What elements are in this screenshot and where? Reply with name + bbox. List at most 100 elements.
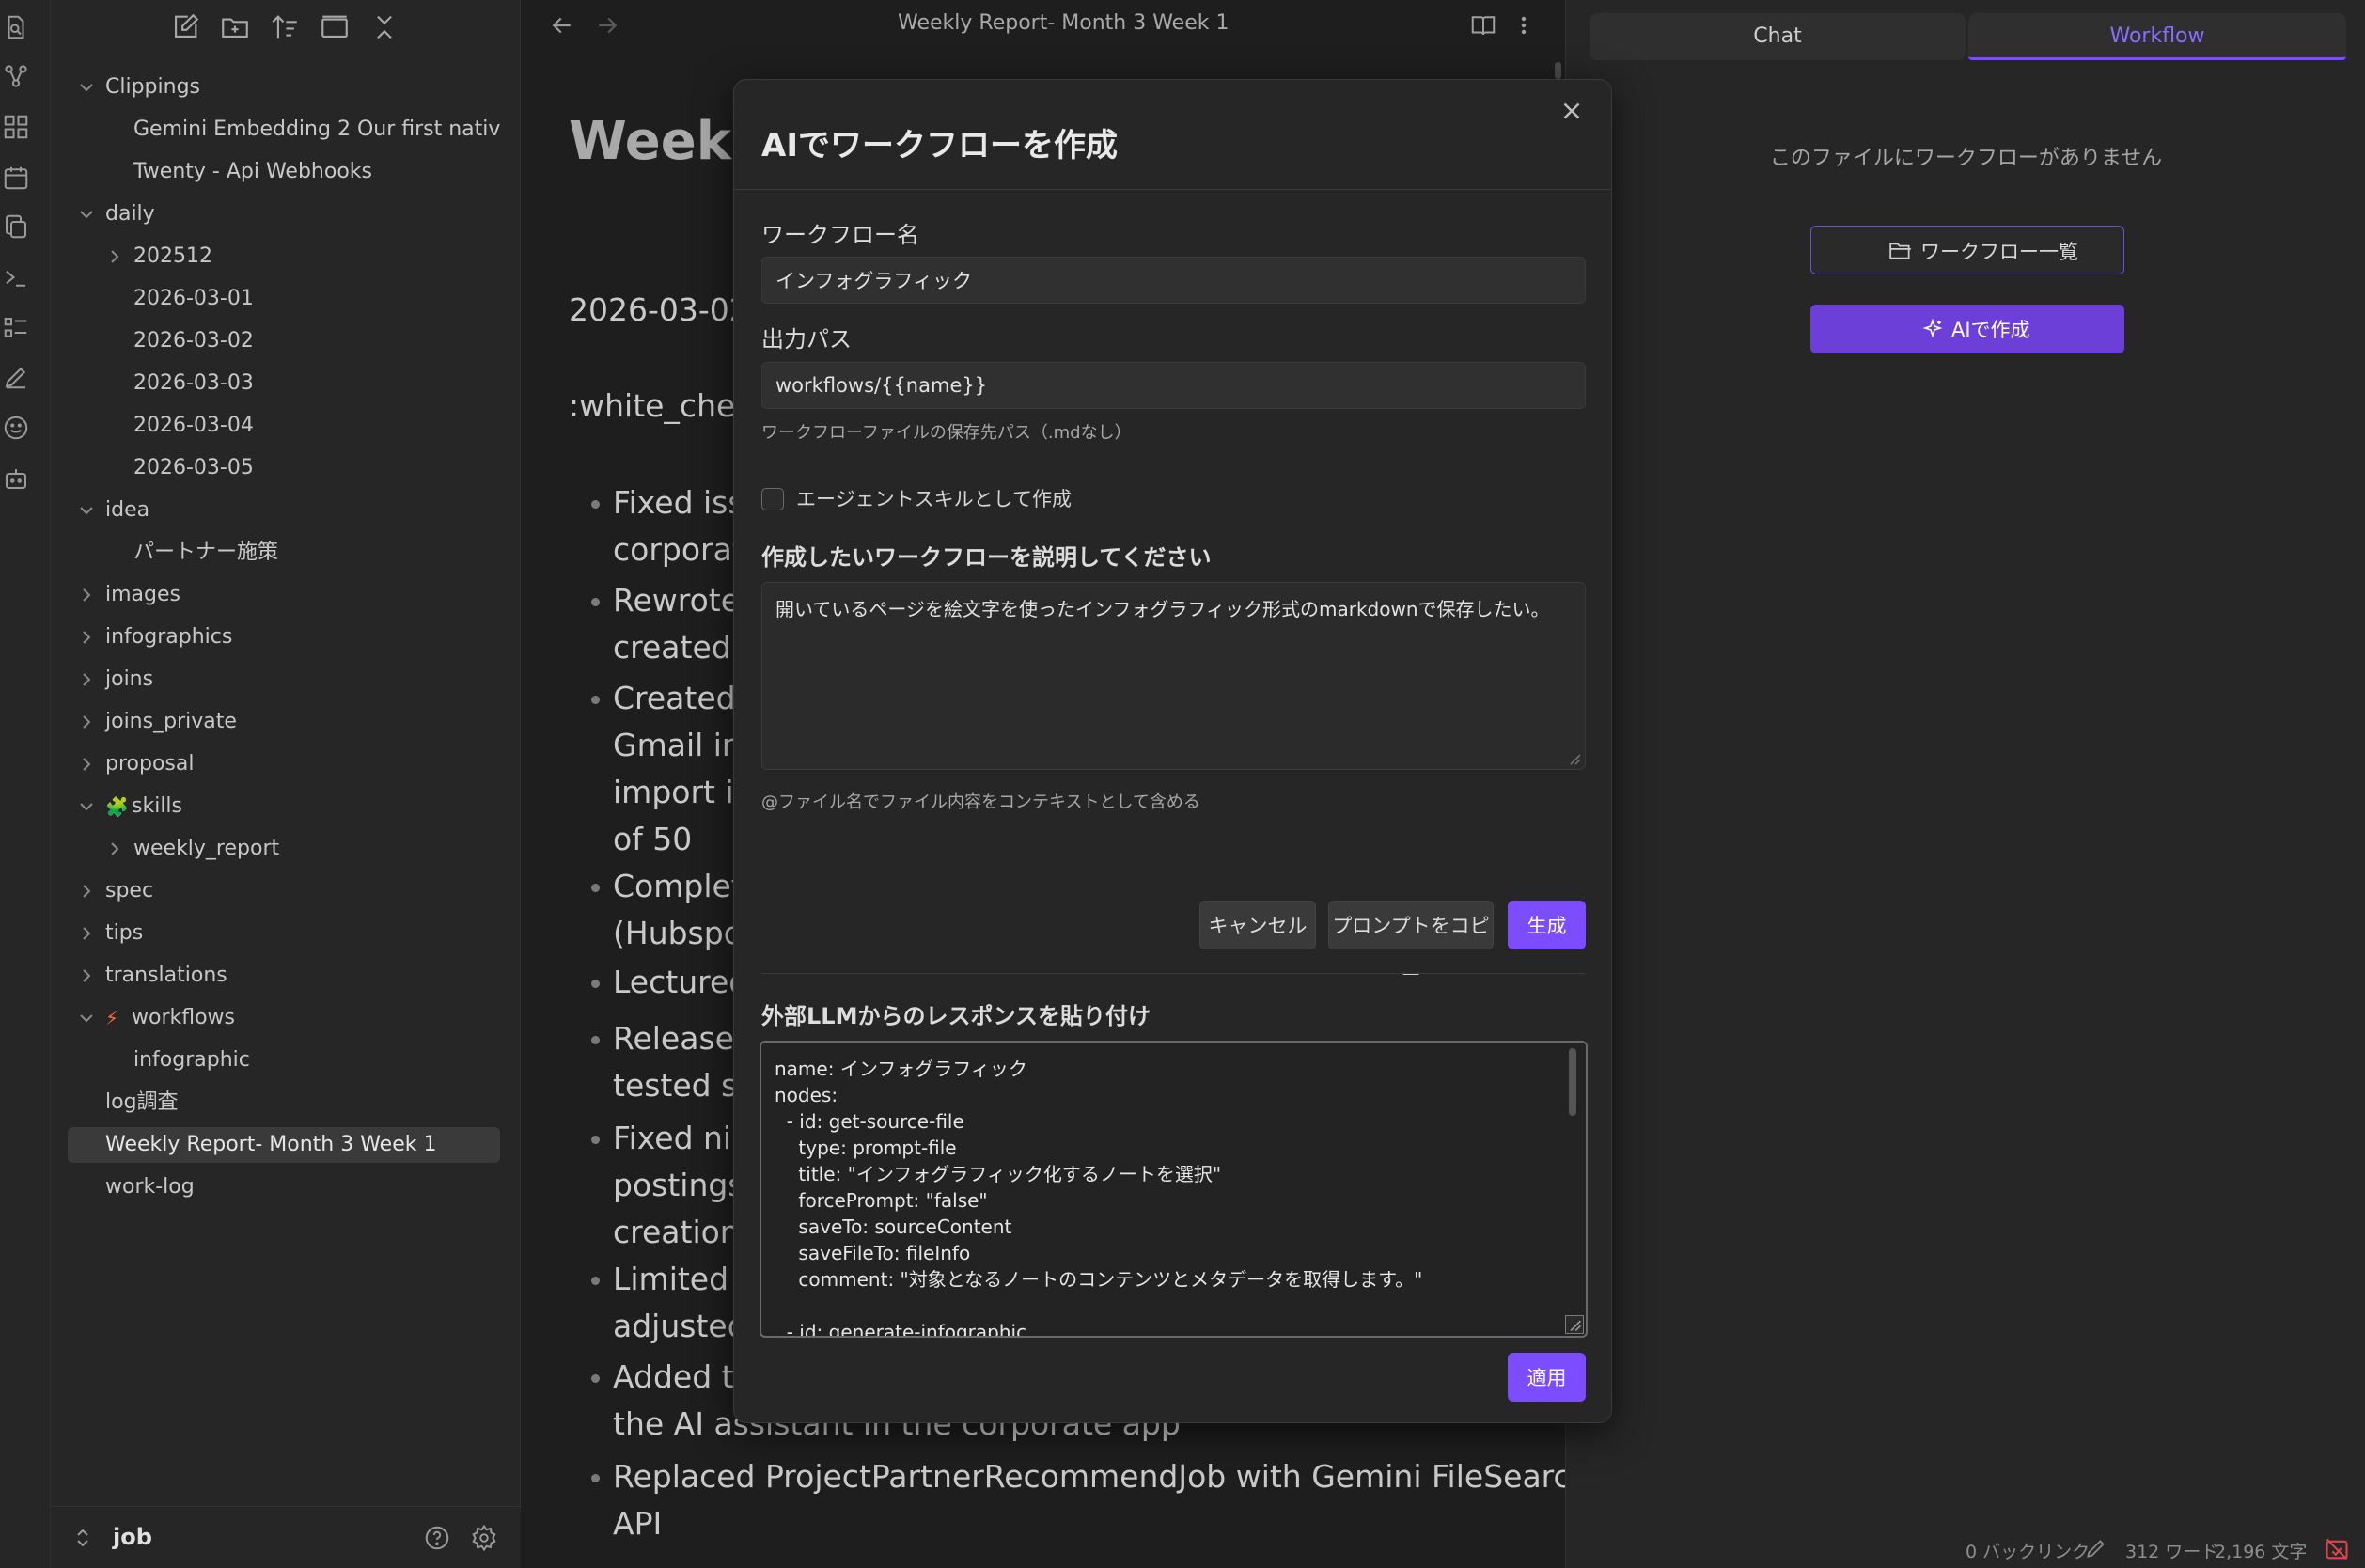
bullet-dot: [591, 1036, 600, 1044]
workflow-description-textarea[interactable]: 開いているページを絵文字を使ったインフォグラフィック形式のmarkdownで保存…: [761, 582, 1586, 770]
tree-file[interactable]: 2026-03-02: [68, 323, 500, 359]
back-arrow-icon[interactable]: [548, 11, 580, 39]
reading-view-icon[interactable]: [1469, 11, 1497, 39]
collapse-all-icon[interactable]: [368, 11, 400, 43]
chevron-down-icon: [77, 205, 96, 224]
tree-file[interactable]: Twenty - Api Webhooks: [68, 154, 500, 190]
generate-button[interactable]: 生成: [1508, 901, 1586, 949]
yaml-line: - id: generate-infographic: [775, 1321, 1027, 1338]
yaml-line: nodes:: [775, 1084, 838, 1106]
tree-file[interactable]: 2026-03-01: [68, 281, 500, 317]
editor-scrollbar[interactable]: [1555, 62, 1561, 79]
file-explorer: Clippings Gemini Embedding 2 Our first na…: [51, 0, 521, 1568]
apply-button[interactable]: 適用: [1508, 1353, 1586, 1402]
tree-folder[interactable]: ⚡ workflows: [68, 1000, 500, 1036]
output-path-hint: ワークフローファイルの保存先パス（.mdなし）: [761, 423, 1132, 443]
tab-chat[interactable]: Chat: [1590, 13, 1966, 60]
bullet-dot: [591, 598, 600, 606]
context-hint: @ファイル名でファイル内容をコンテキストとして含める: [761, 792, 1200, 812]
resize-handle-icon[interactable]: [1565, 1315, 1584, 1334]
edit-mode-icon[interactable]: [2084, 1536, 2108, 1560]
agent-skill-checkbox[interactable]: [761, 488, 784, 510]
tree-folder[interactable]: joins_private: [68, 704, 500, 740]
yaml-line: saveFileTo: fileInfo: [775, 1242, 971, 1264]
chevron-right-icon: [77, 713, 96, 731]
yaml-line: [775, 1293, 1564, 1319]
tree-file[interactable]: パートナー施策: [68, 535, 500, 571]
cancel-button[interactable]: キャンセル: [1199, 901, 1316, 949]
smiley-icon[interactable]: [2, 414, 30, 442]
output-path-input[interactable]: [761, 362, 1586, 409]
tree-folder[interactable]: 202512: [68, 239, 500, 274]
tree-file[interactable]: 2026-03-05: [68, 450, 500, 486]
tree-folder[interactable]: tips: [68, 916, 500, 951]
robot-icon[interactable]: [2, 464, 30, 493]
resize-handle-icon[interactable]: [1568, 752, 1581, 765]
tree-item-label: tips: [105, 921, 144, 945]
calendar-icon[interactable]: [2, 164, 30, 192]
tree-folder[interactable]: daily: [68, 196, 500, 232]
bullet-text: Fixed nil: [613, 1120, 741, 1156]
lightning-icon: ⚡: [105, 1007, 119, 1029]
description-text: 開いているページを絵文字を使ったインフォグラフィック形式のmarkdownで保存…: [775, 598, 1550, 620]
tree-folder[interactable]: translations: [68, 958, 500, 994]
bullet-dot: [591, 1277, 600, 1285]
tree-file[interactable]: Weekly Report- Month 3 Week 1: [68, 1127, 500, 1163]
create-workflow-modal: AIでワークフローを作成 ワークフロー名 出力パス ワークフローファイルの保存先…: [733, 79, 1612, 1423]
open-switcher-icon[interactable]: [2, 13, 30, 41]
tree-folder[interactable]: proposal: [68, 746, 500, 782]
bullet-dot: [591, 1474, 600, 1482]
tree-item-label: パートナー施策: [133, 541, 279, 564]
workflow-list-button[interactable]: ワークフロー一覧: [1810, 226, 2124, 274]
new-folder-icon[interactable]: [219, 11, 251, 43]
textarea-scrollbar[interactable]: [1569, 1048, 1576, 1116]
bullet-dot: [591, 696, 600, 704]
tree-folder[interactable]: images: [68, 577, 500, 613]
bullet-dot: [591, 884, 600, 892]
list-icon[interactable]: [2, 314, 30, 342]
new-note-icon[interactable]: [169, 11, 201, 43]
chevron-right-icon: [105, 839, 124, 858]
close-icon[interactable]: [1558, 97, 1586, 125]
tree-item-label: workflows: [132, 1006, 236, 1029]
bullet-text: of 50: [613, 821, 693, 857]
tab-workflow[interactable]: Workflow: [1968, 13, 2346, 60]
backlinks-count[interactable]: 0 バックリンク: [1966, 1538, 2090, 1563]
sync-error-icon[interactable]: [2324, 1536, 2350, 1562]
help-icon[interactable]: [423, 1524, 451, 1552]
tree-item-label: infographic: [133, 1048, 250, 1072]
settings-gear-icon[interactable]: [470, 1524, 498, 1552]
tree-folder[interactable]: infographics: [68, 619, 500, 655]
tree-folder[interactable]: joins: [68, 662, 500, 698]
graph-view-icon[interactable]: [2, 62, 30, 90]
tree-item-label: 2026-03-04: [133, 414, 254, 437]
ai-create-button[interactable]: AIで作成: [1810, 305, 2124, 353]
llm-response-textarea[interactable]: name: インフォグラフィック nodes: - id: get-source-…: [760, 1041, 1588, 1338]
tree-file[interactable]: infographic: [68, 1043, 500, 1078]
auto-reveal-icon[interactable]: [319, 11, 351, 43]
tree-folder[interactable]: Clippings: [68, 70, 500, 105]
tree-file[interactable]: work-log: [68, 1169, 500, 1205]
sort-icon[interactable]: [269, 11, 301, 43]
tree-folder[interactable]: spec: [68, 873, 500, 909]
bullet-dot: [591, 500, 600, 509]
tree-file[interactable]: log調査: [68, 1085, 500, 1121]
terminal-icon[interactable]: [2, 263, 30, 291]
pen-icon[interactable]: [2, 363, 30, 391]
vault-switcher[interactable]: job: [51, 1506, 521, 1568]
tree-file[interactable]: 2026-03-04: [68, 408, 500, 444]
bullet-text: API: [613, 1505, 663, 1542]
tree-folder[interactable]: weekly_report: [68, 831, 500, 867]
tree-folder[interactable]: idea: [68, 493, 500, 528]
tree-file[interactable]: 2026-03-03: [68, 366, 500, 401]
more-options-icon[interactable]: [1514, 11, 1533, 39]
tree-folder[interactable]: 🧩 skills: [68, 789, 500, 824]
copy-prompt-button[interactable]: プロンプトをコピー: [1328, 901, 1494, 986]
vault-name: job: [113, 1524, 152, 1550]
canvas-icon[interactable]: [2, 113, 30, 141]
copy-icon[interactable]: [2, 212, 30, 241]
tree-item-label: spec: [105, 879, 154, 902]
forward-arrow-icon[interactable]: [593, 11, 625, 39]
workflow-name-input[interactable]: [761, 257, 1586, 304]
tree-file[interactable]: Gemini Embedding 2 Our first nativel...: [68, 112, 500, 148]
